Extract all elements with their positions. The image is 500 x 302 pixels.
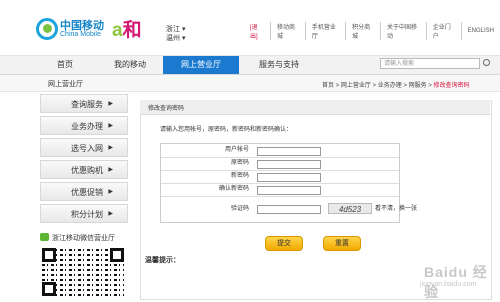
arrow-right-icon: ▶ [108,145,113,151]
qr-corner-icon [110,248,124,262]
form-row-new-password: 新密码 [161,170,399,184]
crumb-online-hall[interactable]: 网上营业厅 [341,83,371,89]
arrow-right-icon: ▶ [108,123,113,129]
arrow-right-icon: ▶ [108,211,113,217]
confirm-password-field[interactable] [257,186,321,195]
sidebar-item-phone-deals[interactable]: 优惠购机 ▶ [40,160,128,179]
captcha-field[interactable] [257,205,321,214]
top-link-enterprise[interactable]: 企业门户 [427,22,462,40]
top-link-english[interactable]: ENGLISH [462,28,500,34]
province-label: 浙江 [166,26,180,33]
sidebar-item-query[interactable]: 查询服务 ▶ [40,94,128,113]
nav-home[interactable]: 首页 [42,56,88,74]
brand-name-en: China Mobile [60,31,101,38]
crumb-home[interactable]: 首页 [322,83,334,89]
submit-button[interactable]: 提交 [265,236,303,251]
sidebar-item-label: 积分计划 [71,210,103,219]
form-row-captcha: 验证码 4d523 看不清，换一张 [161,196,417,222]
logout-link[interactable]: [退出] [244,22,271,40]
city-label: 温州 [166,35,180,42]
nav-service-support[interactable]: 服务与支持 [246,56,312,74]
nav-my-mobile[interactable]: 我的移动 [104,56,156,74]
qr-corner-icon [42,282,56,296]
arrow-right-icon: ▶ [108,167,113,173]
new-password-field[interactable] [257,173,321,182]
confirm-password-label: 确认新密码 [218,186,249,192]
crumb-business[interactable]: 业务办理 [378,83,402,89]
sidebar-item-number-select[interactable]: 选号入网 ▶ [40,138,128,157]
password-form: 用户帐号 原密码 新密码 确认新密码 验证码 4d523 看不清，换一张 [160,143,417,223]
form-row-old-password: 原密码 [161,157,399,171]
china-mobile-logo-icon[interactable] [36,18,58,40]
he-brand-logo-icon: a和 [112,20,142,41]
sidebar-item-business[interactable]: 业务办理 ▶ [40,116,128,135]
section-title: 网上营业厅 [48,81,83,88]
new-password-label: 新密码 [230,173,249,179]
sidebar-item-label: 业务办理 [71,122,103,131]
nav-online-hall[interactable]: 网上营业厅 [163,56,239,74]
wechat-label: 浙江移动微信营业厅 [52,235,115,242]
wechat-icon [40,233,49,241]
baidu-watermark-url: jingyan.baidu.com [420,281,477,288]
sidebar-item-points[interactable]: 积分计划 ▶ [40,204,128,223]
account-label: 用户帐号 [224,147,249,153]
top-link-mall[interactable]: 移动商城 [271,22,306,40]
panel-title: 修改查询密码 [148,106,185,112]
sidebar-item-label: 查询服务 [71,100,103,109]
top-link-about[interactable]: 关于中国移动 [381,22,427,40]
sidebar-item-label: 优惠促销 [71,188,103,197]
form-row-account: 用户帐号 [161,144,399,158]
old-password-label: 原密码 [230,160,249,166]
top-link-mobile-hall[interactable]: 手机营业厅 [306,22,347,40]
captcha-label: 验证码 [230,206,249,212]
crumb-current: 修改查询密码 [433,83,470,89]
top-link-points-mall[interactable]: 积分商城 [346,22,382,40]
search-input[interactable]: 请输入搜索 [380,58,480,69]
arrow-right-icon: ▶ [108,189,113,195]
breadcrumb: 首页 > 网上营业厅 > 业务办理 > 网服务 > 修改查询密码 [322,83,470,89]
tips-heading: 温馨提示： [145,257,180,264]
sidebar-item-promotions[interactable]: 优惠促销 ▶ [40,182,128,201]
top-links: [退出] 移动商城 手机营业厅 积分商城 关于中国移动 企业门户 ENGLISH [244,22,500,40]
qr-corner-icon [42,248,56,262]
form-row-confirm-password: 确认新密码 [161,183,399,197]
account-field[interactable] [257,147,321,156]
instruction-text: 请输入您用帐号，原密码，新密码和新密码确认： [160,127,293,133]
captcha-image[interactable]: 4d523 [328,203,372,214]
old-password-field[interactable] [257,160,321,169]
region-selector[interactable]: 浙江 ▾ 温州 ▾ [166,25,185,43]
panel-header: 修改查询密码 [140,100,490,115]
sidebar-item-label: 选号入网 [71,144,103,153]
search-icon[interactable] [483,59,490,66]
sidebar-item-label: 优惠购机 [71,166,103,175]
he-mark-text: 和 [122,20,142,41]
arrow-right-icon: ▶ [108,101,113,107]
crumb-net-service[interactable]: 网服务 [409,83,427,89]
captcha-refresh-link[interactable]: 看不清，换一张 [375,196,417,222]
reset-button[interactable]: 重置 [323,236,361,251]
sidebar: 查询服务 ▶ 业务办理 ▶ 选号入网 ▶ 优惠购机 ▶ 优惠促销 ▶ 积分计划 ▶ [40,94,132,226]
